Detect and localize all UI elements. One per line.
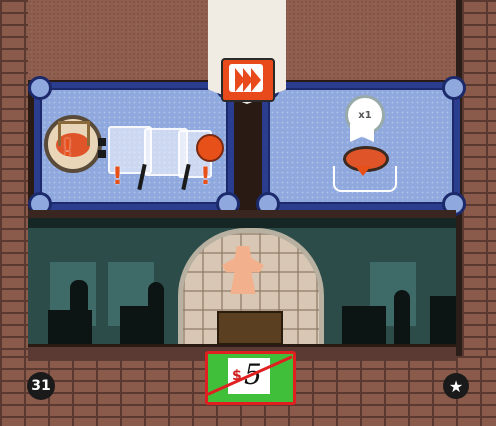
desk-icon	[217, 311, 283, 345]
machine-silhouette-icon	[342, 306, 386, 344]
tray-outline	[333, 166, 397, 192]
red-token-icon	[196, 134, 224, 162]
reward-badge-label: x1	[358, 109, 372, 121]
panel-ledge	[28, 210, 456, 218]
round-counter: 31	[27, 372, 55, 400]
roll-track-token-icon	[44, 115, 102, 173]
warning-mark: !	[62, 134, 73, 162]
machine-silhouette-icon	[48, 310, 92, 344]
worker-silhouette-icon	[148, 282, 164, 344]
star-icon[interactable]: ★	[443, 373, 469, 399]
warning-mark: !	[112, 162, 123, 190]
machine-silhouette-icon	[430, 296, 456, 344]
conveyor-chevrons-icon	[221, 58, 275, 102]
room-rail	[28, 218, 456, 228]
warning-mark: !	[200, 162, 211, 190]
price-tag[interactable]: $ 5	[205, 351, 296, 405]
worker-silhouette-icon	[394, 290, 410, 344]
